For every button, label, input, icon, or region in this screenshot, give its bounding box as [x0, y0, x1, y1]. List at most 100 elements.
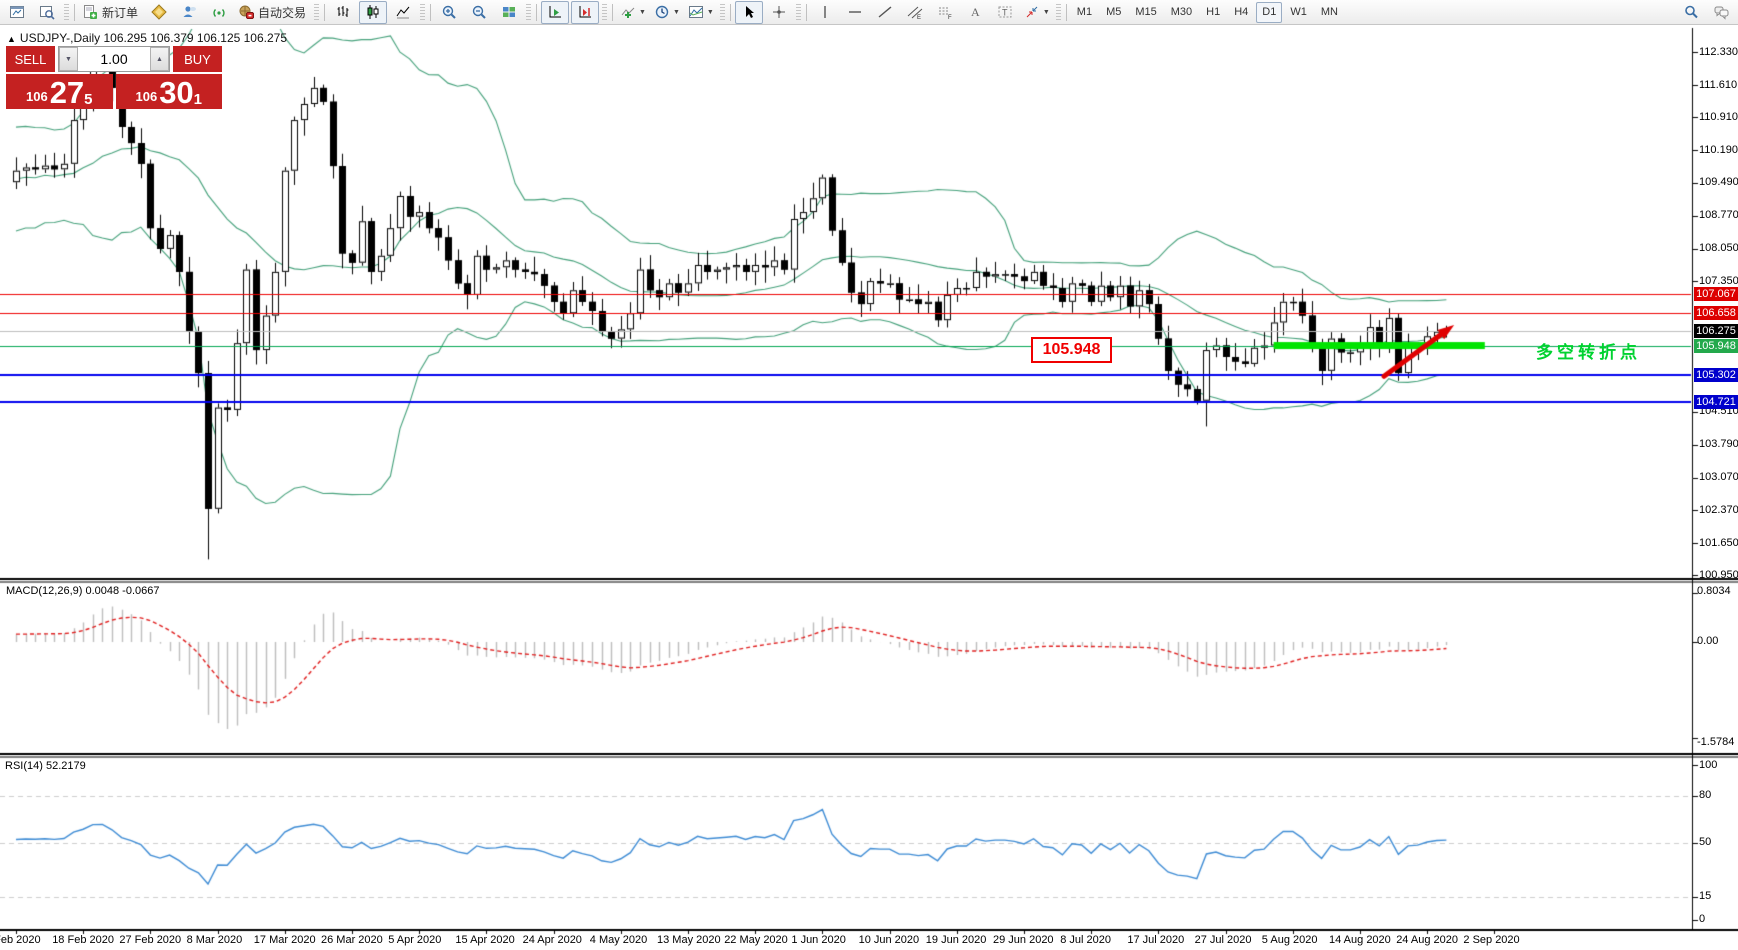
date-axis-tick: 10 Jun 2020	[859, 934, 920, 946]
autotrade-icon	[238, 4, 254, 20]
svg-text:A: A	[971, 5, 980, 19]
date-axis-tick: 13 May 2020	[657, 934, 721, 946]
community-icon	[181, 4, 197, 20]
date-axis-tick: 5 Aug 2020	[1262, 934, 1318, 946]
signals-icon	[211, 4, 227, 20]
date-axis-tick: 24 Aug 2020	[1396, 934, 1458, 946]
timeframe-h1-button[interactable]: H1	[1200, 2, 1226, 23]
date-axis-tick: 17 Mar 2020	[254, 934, 316, 946]
zoom-out-icon[interactable]	[465, 1, 493, 24]
arrows-dropdown-arrow-icon[interactable]: ▼	[1043, 9, 1050, 16]
timeframe-d1-button[interactable]: D1	[1256, 2, 1282, 23]
new-order-label: 新订单	[100, 4, 140, 21]
price-axis-badge: 107.067	[1694, 287, 1738, 301]
zoom-in-icon	[441, 4, 457, 20]
vertical-line-icon[interactable]	[811, 1, 839, 24]
date-axis-tick: 17 Jul 2020	[1127, 934, 1184, 946]
signals-icon[interactable]	[205, 1, 233, 24]
cursor-icon	[741, 4, 757, 20]
timeframe-h4-button[interactable]: H4	[1228, 2, 1254, 23]
line-chart-icon[interactable]	[389, 1, 417, 24]
bar-chart-icon[interactable]	[329, 1, 357, 24]
data-window-icon[interactable]	[33, 1, 61, 24]
timeframe-mn-button[interactable]: MN	[1315, 2, 1344, 23]
text-icon[interactable]: A	[961, 1, 989, 24]
toolbar-separator	[74, 4, 75, 21]
sell-price[interactable]: 106 27 5	[6, 74, 113, 109]
buy-button[interactable]: BUY	[173, 46, 222, 72]
new-chart-icon	[9, 4, 25, 20]
toolbar-grip	[314, 4, 319, 21]
auto-scroll-icon[interactable]	[541, 1, 569, 24]
search-icon[interactable]	[1677, 1, 1705, 24]
neworder-icon	[82, 4, 98, 20]
svg-text:F: F	[948, 15, 952, 20]
timeframe-m1-button[interactable]: M1	[1071, 2, 1098, 23]
rsi-axis-tick: 100	[1699, 759, 1717, 771]
templates-icon[interactable]: ▼	[685, 1, 717, 24]
timeframe-m30-button[interactable]: M30	[1165, 2, 1198, 23]
sell-price-pips: 27	[50, 77, 84, 108]
tile-windows-icon[interactable]	[495, 1, 523, 24]
templates-dropdown-arrow-icon[interactable]: ▼	[707, 9, 714, 16]
timeframe-m15-button[interactable]: M15	[1129, 2, 1162, 23]
rsi-axis-tick: 50	[1699, 836, 1711, 848]
price-axis-tick: 112.330	[1699, 46, 1738, 58]
indicators-icon[interactable]: ▼	[617, 1, 649, 24]
toolbar-grip	[796, 4, 801, 21]
mt4-terminal: { "toolbar": { "buttons": [ {"name":"new…	[0, 0, 1738, 950]
date-axis-tick: 2 Sep 2020	[1463, 934, 1519, 946]
crosshair-icon[interactable]	[765, 1, 793, 24]
timeframe-m5-button[interactable]: M5	[1100, 2, 1127, 23]
sell-button[interactable]: SELL	[6, 46, 55, 72]
collapse-arrow-icon[interactable]: ▲	[7, 34, 16, 44]
price-axis-tick: 108.050	[1699, 242, 1738, 254]
text-icon: A	[967, 4, 983, 20]
chart-title-text: USDJPY-,Daily 106.295 106.379 106.125 10…	[20, 31, 287, 45]
date-axis-tick: 19 Jun 2020	[926, 934, 987, 946]
toolbar-separator	[324, 4, 325, 21]
price-axis-tick: 103.790	[1699, 438, 1738, 450]
candle-chart-icon[interactable]	[359, 1, 387, 24]
fibonacci-icon[interactable]: F	[931, 1, 959, 24]
date-axis-tick: 9 Feb 2020	[0, 934, 41, 946]
new-order-button[interactable]: 新订单	[79, 1, 143, 24]
metaeditor-icon[interactable]	[145, 1, 173, 24]
zoom-in-icon[interactable]	[435, 1, 463, 24]
indicators-icon	[620, 4, 636, 20]
periods-icon[interactable]: ▼	[651, 1, 683, 24]
autotrading-button[interactable]: 自动交易	[235, 1, 311, 24]
horizontal-line-icon[interactable]	[841, 1, 869, 24]
timeframe-w1-button[interactable]: W1	[1284, 2, 1313, 23]
support-price-callout: 105.948	[1031, 337, 1112, 363]
buy-price-pips: 30	[159, 77, 193, 108]
autotrading-label: 自动交易	[256, 4, 308, 21]
date-axis-tick: 18 Feb 2020	[52, 934, 114, 946]
date-axis-tick: 8 Jul 2020	[1060, 934, 1111, 946]
templates-icon	[688, 4, 704, 20]
chart-title: ▲ USDJPY-,Daily 106.295 106.379 106.125 1…	[7, 31, 287, 45]
toolbar-grip	[720, 4, 725, 21]
volume-increase-button[interactable]: ▲	[150, 47, 169, 71]
price-axis-tick: 103.070	[1699, 471, 1738, 483]
sell-price-figure: 106	[26, 89, 48, 104]
chart-shift-icon	[577, 4, 593, 20]
text-label-icon[interactable]: T	[991, 1, 1019, 24]
toolbar-grip	[420, 4, 425, 21]
date-axis-tick: 14 Aug 2020	[1329, 934, 1391, 946]
chart-shift-icon[interactable]	[571, 1, 599, 24]
new-chart-icon[interactable]	[3, 1, 31, 24]
chat-icon[interactable]	[1707, 1, 1735, 24]
trendline-icon	[877, 4, 893, 20]
indicators-dropdown-arrow-icon[interactable]: ▼	[639, 9, 646, 16]
buy-price[interactable]: 106 30 1	[116, 74, 223, 109]
arrows-icon[interactable]: ▼	[1021, 1, 1053, 24]
trendline-icon[interactable]	[871, 1, 899, 24]
periods-dropdown-arrow-icon[interactable]: ▼	[673, 9, 680, 16]
volume-value[interactable]: 1.00	[78, 47, 150, 71]
price-chart-canvas[interactable]	[0, 25, 1738, 950]
volume-decrease-button[interactable]: ▼	[59, 47, 78, 71]
equidistant-channel-icon[interactable]: E	[901, 1, 929, 24]
cursor-icon[interactable]	[735, 1, 763, 24]
community-icon[interactable]	[175, 1, 203, 24]
